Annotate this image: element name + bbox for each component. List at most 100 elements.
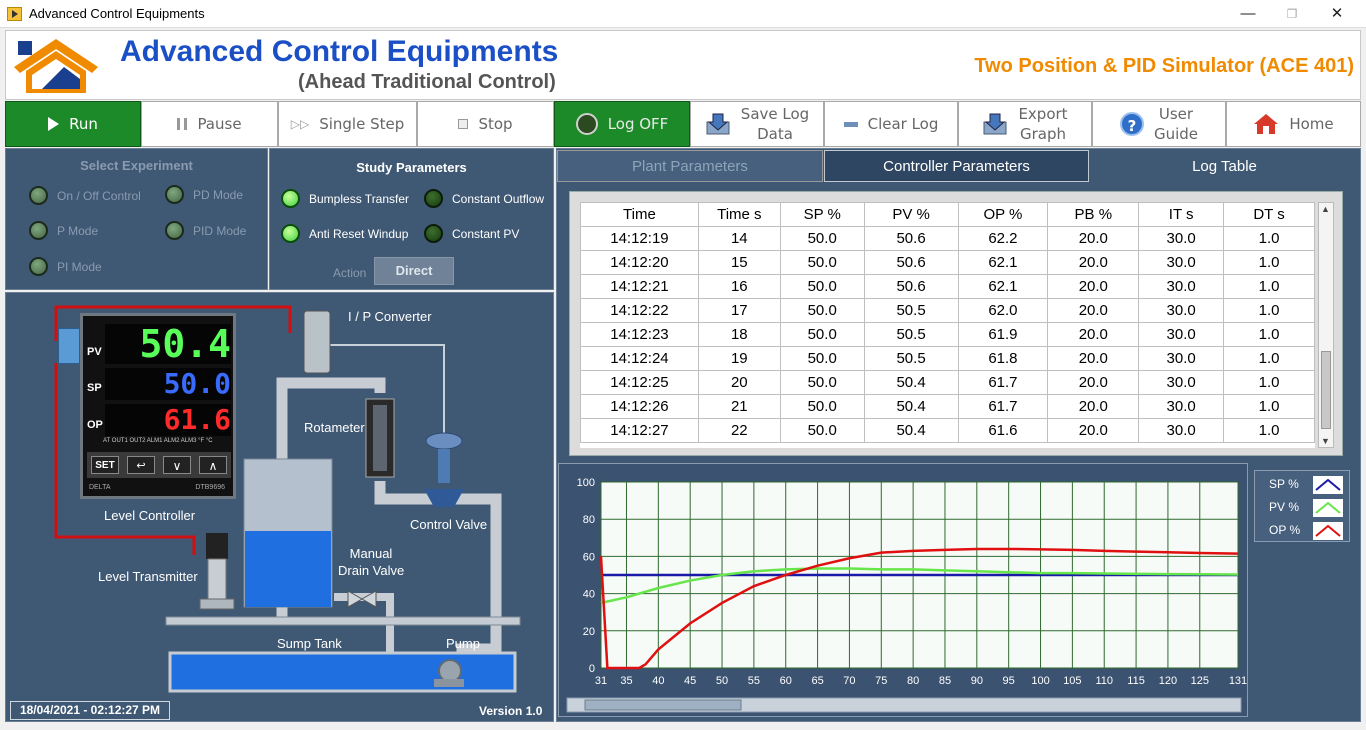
pi-mode-led[interactable]	[29, 257, 48, 276]
scroll-up-icon[interactable]: ▲	[1321, 204, 1330, 214]
table-row: 14:12:20 15 50.0 50.6 62.1 20.0 30.0 1.0	[580, 250, 1315, 275]
table-row: 14:12:19 14 50.0 50.6 62.2 20.0 30.0 1.0	[580, 226, 1315, 251]
p-mode-led[interactable]	[29, 221, 48, 240]
clear-log-label: Clear Log	[867, 115, 939, 133]
table-row: 14:12:25 20 50.0 50.4 61.7 20.0 30.0 1.0	[580, 370, 1315, 395]
legend-label: SP %	[1269, 477, 1299, 491]
model-label: DTB9696	[195, 484, 225, 491]
table-cell: 50.0	[779, 274, 865, 299]
table-cell: 61.7	[957, 370, 1049, 395]
table-cell: 30.0	[1138, 250, 1225, 275]
table-cell: 14	[697, 226, 781, 251]
controller-keypad: SET ↩ ∨ ∧	[87, 452, 231, 478]
y-tick-label: 20	[583, 626, 595, 638]
pause-button[interactable]: Pause	[141, 101, 278, 147]
select-experiment-title: Select Experiment	[80, 158, 193, 173]
save-icon	[706, 113, 730, 135]
table-cell: 61.6	[957, 418, 1049, 443]
single-step-button[interactable]: ▷▷ Single Step	[278, 101, 417, 147]
user-guide-label-1: User	[1158, 105, 1194, 123]
sp-tag: SP	[87, 382, 102, 394]
manual-drain-label-1: Manual	[349, 546, 393, 561]
save-log-button[interactable]: Save Log Data	[690, 101, 824, 147]
table-cell: 30.0	[1138, 298, 1225, 323]
pd-mode-led[interactable]	[165, 185, 184, 204]
chart-legend: SP % PV % OP %	[1254, 470, 1350, 542]
export-graph-button[interactable]: Export Graph	[958, 101, 1092, 147]
table-cell: 20.0	[1047, 226, 1140, 251]
x-tick-label: 90	[971, 675, 983, 687]
x-tick-label: 70	[843, 675, 855, 687]
table-cell: 1.0	[1223, 274, 1315, 299]
table-cell: 30.0	[1138, 394, 1225, 419]
brand-title: Advanced Control Equipments	[120, 35, 559, 68]
export-icon	[983, 113, 1007, 135]
scroll-down-icon[interactable]: ▼	[1321, 436, 1330, 446]
set-key[interactable]: SET	[91, 456, 119, 474]
tab-plant-parameters[interactable]: Plant Parameters	[557, 150, 823, 182]
table-cell: 50.0	[779, 370, 865, 395]
table-cell: 22	[697, 418, 781, 443]
tab-log-table[interactable]: Log Table	[1090, 150, 1359, 182]
table-cell: 16	[697, 274, 781, 299]
clear-log-button[interactable]: Clear Log	[824, 101, 958, 147]
user-guide-button[interactable]: ? User Guide	[1092, 101, 1226, 147]
table-cell: 50.0	[779, 322, 865, 347]
table-cell: 14:12:20	[580, 250, 699, 275]
status-led-labels: AT OUT1 OUT2 ALM1 ALM2 ALM3 °F °C	[103, 438, 213, 444]
table-row: 14:12:26 21 50.0 50.4 61.7 20.0 30.0 1.0	[580, 394, 1315, 419]
column-header: SP %	[779, 202, 865, 227]
return-key[interactable]: ↩	[127, 456, 155, 474]
close-button[interactable]: ✕	[1322, 4, 1352, 24]
constant-pv-led[interactable]	[424, 224, 443, 243]
on-off-control-led[interactable]	[29, 186, 48, 205]
run-button[interactable]: Run	[5, 101, 141, 147]
log-toggle-button[interactable]: Log OFF	[554, 101, 690, 147]
toolbar: Run Pause ▷▷ Single Step Stop Log OFF Sa…	[5, 101, 1361, 147]
y-tick-label: 80	[583, 514, 595, 526]
home-label: Home	[1289, 115, 1334, 133]
on-off-control-label: On / Off Control	[57, 189, 141, 203]
table-cell: 50.6	[863, 226, 959, 251]
anti-reset-windup-led[interactable]	[281, 224, 300, 243]
restore-button[interactable]: ❐	[1277, 4, 1307, 24]
tab-controller-parameters[interactable]: Controller Parameters	[824, 150, 1089, 182]
log-scrollbar-thumb[interactable]	[1321, 351, 1331, 429]
op-tag: OP	[87, 419, 103, 431]
pump-label: Pump	[446, 636, 480, 651]
chart-scrollbar-thumb	[584, 699, 742, 711]
y-tick-label: 60	[583, 551, 595, 563]
home-button[interactable]: Home	[1226, 101, 1361, 147]
x-tick-label: 40	[652, 675, 664, 687]
up-key[interactable]: ∧	[199, 456, 227, 474]
minimize-button[interactable]: —	[1233, 4, 1263, 24]
table-row: 14:12:27 22 50.0 50.4 61.6 20.0 30.0 1.0	[580, 418, 1315, 443]
study-parameters-panel: Study Parameters Bumpless Transfer Const…	[269, 148, 554, 290]
constant-pv-label: Constant PV	[452, 227, 520, 241]
help-icon: ?	[1119, 112, 1144, 136]
action-label: Action	[333, 266, 367, 280]
manual-drain-label-2: Drain Valve	[338, 563, 405, 578]
x-tick-label: 131	[1229, 675, 1247, 687]
log-scrollbar[interactable]: ▲ ▼	[1318, 202, 1334, 448]
down-key[interactable]: ∨	[163, 456, 191, 474]
table-cell: 61.9	[957, 322, 1049, 347]
pv-display: 50.4	[105, 324, 231, 364]
table-cell: 50.0	[779, 250, 865, 275]
pid-mode-led[interactable]	[165, 221, 184, 240]
table-cell: 14:12:26	[580, 394, 699, 419]
stop-button[interactable]: Stop	[417, 101, 554, 147]
table-cell: 19	[697, 346, 781, 371]
table-cell: 20.0	[1047, 298, 1140, 323]
constant-outflow-led[interactable]	[424, 189, 443, 208]
table-cell: 50.4	[863, 394, 959, 419]
table-cell: 20.0	[1047, 250, 1140, 275]
bumpless-transfer-label: Bumpless Transfer	[309, 192, 410, 206]
table-cell: 30.0	[1138, 346, 1225, 371]
bumpless-transfer-led[interactable]	[281, 189, 300, 208]
window-title: Advanced Control Equipments	[29, 6, 205, 21]
legend-swatch	[1313, 476, 1343, 494]
action-direct-button[interactable]: Direct	[374, 257, 454, 285]
table-cell: 20.0	[1047, 370, 1140, 395]
table-cell: 1.0	[1223, 322, 1315, 347]
